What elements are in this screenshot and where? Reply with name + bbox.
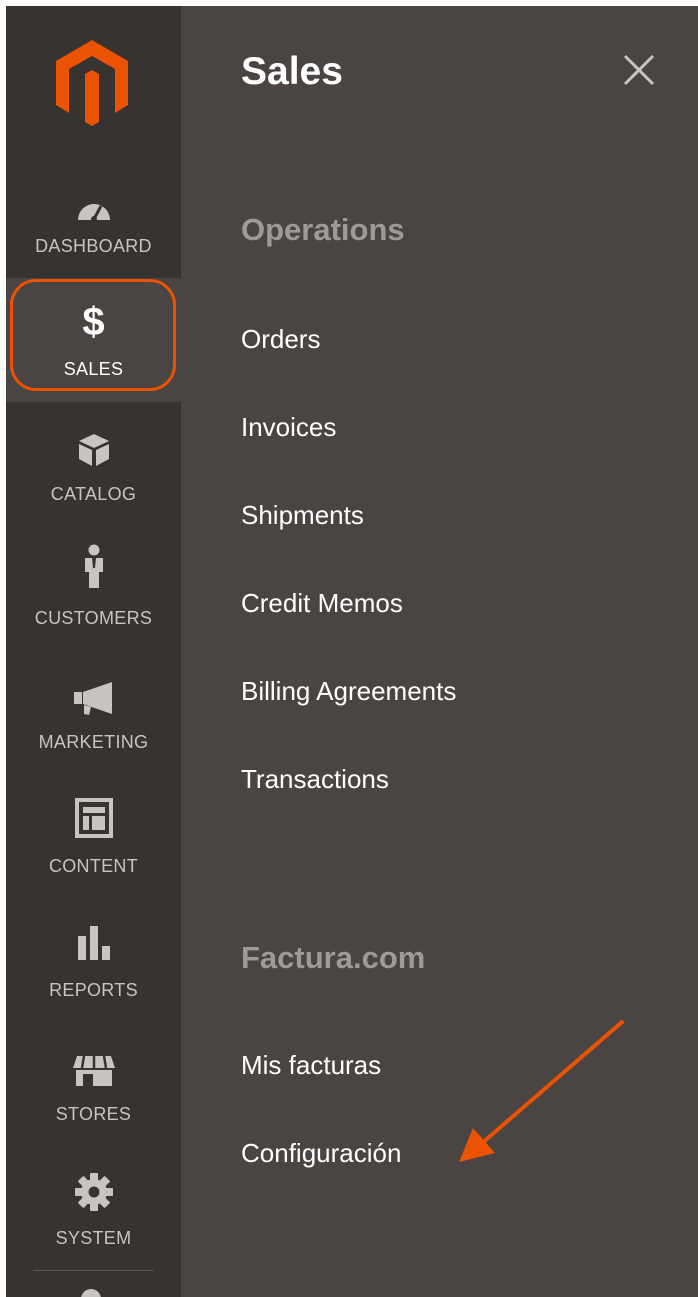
group-title-factura: Factura.com — [241, 940, 426, 975]
sidebar-item-label: CUSTOMERS — [34, 608, 153, 628]
sidebar-item-system[interactable]: SYSTEM — [6, 1146, 181, 1270]
menu-item-transactions[interactable]: Transactions — [241, 764, 389, 795]
sidebar-item-label: DASHBOARD — [35, 236, 152, 256]
magento-logo-icon[interactable] — [54, 38, 130, 128]
layout-icon — [6, 798, 181, 838]
sidebar-item-label: CATALOG — [50, 484, 137, 504]
sidebar-item-sales[interactable]: $ SALES — [6, 278, 181, 402]
sidebar-item-label: STORES — [55, 1104, 132, 1124]
menu-item-credit-memos[interactable]: Credit Memos — [241, 588, 403, 619]
sidebar-item-dashboard[interactable]: DASHBOARD — [6, 154, 181, 278]
sidebar-item-label: CONTENT — [48, 856, 139, 876]
storefront-icon — [6, 1054, 181, 1088]
menu-item-invoices[interactable]: Invoices — [241, 412, 336, 443]
bar-chart-icon — [6, 924, 181, 962]
gear-icon — [6, 1172, 181, 1212]
dollar-icon: $ — [82, 300, 105, 344]
sidebar-item-content[interactable]: CONTENT — [6, 774, 181, 898]
sales-submenu-panel: Sales Operations Orders Invoices Shipmen… — [181, 6, 698, 1297]
person-icon — [6, 544, 181, 590]
box-icon — [6, 432, 181, 468]
rail-divider-bottom — [33, 1270, 154, 1271]
group-title-operations: Operations — [241, 212, 405, 247]
sidebar-item-label: REPORTS — [49, 980, 138, 1000]
menu-item-billing-agreements[interactable]: Billing Agreements — [241, 676, 456, 707]
menu-item-mis-facturas[interactable]: Mis facturas — [241, 1050, 381, 1081]
sidebar-item-label: SYSTEM — [55, 1228, 132, 1248]
admin-menu: DASHBOARD $ SALES CATALOG CUSTOMERS MARK… — [6, 6, 698, 1297]
sidebar-item-label: SALES — [63, 359, 124, 379]
menu-item-shipments[interactable]: Shipments — [241, 500, 364, 531]
admin-sidebar: DASHBOARD $ SALES CATALOG CUSTOMERS MARK… — [6, 6, 181, 1297]
sidebar-item-marketing[interactable]: MARKETING — [6, 650, 181, 774]
gauge-icon — [6, 196, 181, 222]
panel-title: Sales — [241, 50, 343, 93]
sidebar-item-stores[interactable]: STORES — [6, 1022, 181, 1146]
partial-icon — [81, 1289, 101, 1297]
close-button[interactable] — [617, 48, 661, 92]
menu-item-configuracion[interactable]: Configuración — [241, 1138, 401, 1169]
megaphone-icon — [6, 680, 181, 716]
sidebar-item-catalog[interactable]: CATALOG — [6, 402, 181, 526]
sidebar-item-reports[interactable]: REPORTS — [6, 898, 181, 1022]
menu-item-orders[interactable]: Orders — [241, 324, 320, 355]
sidebar-item-customers[interactable]: CUSTOMERS — [6, 526, 181, 650]
close-icon — [623, 54, 655, 86]
sidebar-item-label: MARKETING — [38, 732, 149, 752]
